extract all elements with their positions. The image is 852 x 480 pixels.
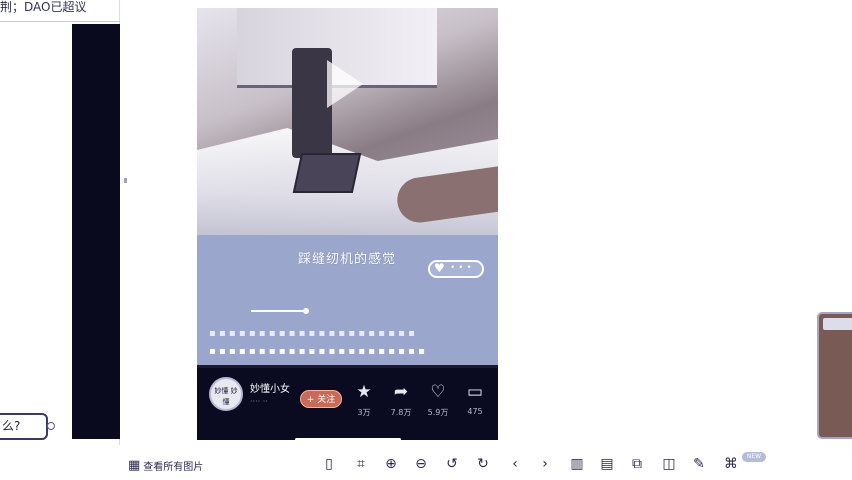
next-icon[interactable]: › — [536, 455, 554, 473]
background-page: 荆；DAO已超议 么? — [0, 0, 120, 445]
video-action-bar: 妙懂 妙懂 妙懂小女 ···· ·· + 关注 ★ 3万 ➦ 7.8万 ♡ 5.… — [197, 368, 498, 440]
viewer-toolbar: ▦ 查看所有图片 ▯ ⌗ ⊕ ⊖ ↺ ↻ ‹ › ▥ ▤ ⧉ ◫ ✎ ⌘ NEW — [120, 447, 852, 480]
background-page-title: 荆；DAO已超议 — [0, 0, 87, 14]
rotate-left-icon[interactable]: ↺ — [443, 455, 461, 473]
follow-button[interactable]: + 关注 — [300, 390, 342, 408]
home-indicator — [295, 438, 401, 440]
compare-icon[interactable]: ◫ — [660, 455, 678, 473]
view-all-images-button[interactable]: ▦ 查看所有图片 — [128, 456, 203, 474]
like-pill-text: • • • — [450, 263, 472, 273]
presser-foot — [292, 153, 362, 193]
favorite-count: 3万 — [357, 408, 371, 417]
comment-count: 475 — [467, 407, 483, 416]
floating-widget-header — [823, 318, 852, 330]
heart-icon: ♡ — [430, 382, 446, 402]
heart-icon: ♥ — [434, 261, 445, 275]
view-all-images-label: 查看所有图片 — [143, 461, 204, 473]
zoom-out-icon[interactable]: ⊖ — [412, 455, 430, 473]
subtitle-line: ▪ ▪ ▪ ▪ ▪ ▪ ▪ ▪ ▪ ▪ ▪ ▪ ▪ ▪ ▪ ▪ ▪ ▪ ▪ ▪ … — [209, 346, 425, 357]
background-dark-panel — [72, 24, 120, 439]
rotate-right-icon[interactable]: ↻ — [474, 455, 492, 473]
translate-icon[interactable]: ⌘ — [722, 455, 740, 473]
share-button[interactable]: ➦ 7.8万 — [386, 382, 416, 418]
video-progress-bar[interactable] — [251, 310, 305, 312]
zoom-in-icon[interactable]: ⊕ — [382, 455, 400, 473]
copy-icon[interactable]: ⧉ — [628, 455, 646, 473]
grid-icon: ▦ — [128, 457, 141, 473]
star-icon: ★ — [356, 382, 372, 402]
edit-icon[interactable]: ✎ — [690, 455, 708, 473]
crop-icon[interactable]: ⌗ — [352, 455, 370, 473]
comment-button[interactable]: ▭ 475 — [460, 382, 490, 416]
favorite-button[interactable]: ★ 3万 — [349, 382, 379, 418]
play-icon[interactable] — [327, 60, 363, 108]
new-badge: NEW — [742, 452, 766, 462]
question-bubble[interactable]: 么? — [0, 413, 48, 440]
author-name[interactable]: 妙懂小女 — [250, 380, 290, 395]
floating-widget[interactable] — [817, 312, 852, 439]
share-count: 7.8万 — [390, 408, 412, 417]
image-viewer[interactable]: 踩缝纫机的感觉 ♥ • • • ▪ ▪ ▪ ▪ ▪ ▪ ▪ ▪ ▪ ▪ ▪ ▪ … — [197, 8, 498, 440]
author-subtext: ···· ·· — [250, 397, 268, 406]
video-progress-knob[interactable] — [303, 308, 309, 314]
side-marker — [124, 178, 127, 183]
share-icon: ➦ — [393, 382, 409, 402]
avatar[interactable]: 妙懂 妙懂 — [209, 377, 243, 411]
needle-bar — [292, 48, 332, 158]
divider — [0, 21, 120, 22]
delete-icon[interactable]: ▥ — [568, 455, 586, 473]
like-button[interactable]: ♡ 5.9万 — [423, 382, 453, 418]
screen: 荆；DAO已超议 么? 踩缝纫机的感觉 ♥ • • • ▪ ▪ ▪ ▪ ▪ ▪ … — [0, 0, 852, 480]
subtitle-line: ▪ ▪ ▪ ▪ ▪ ▪ ▪ ▪ ▪ ▪ ▪ ▪ ▪ ▪ ▪ ▪ ▪ ▪ ▪ ▪ … — [209, 328, 415, 339]
like-count: 5.9万 — [427, 408, 449, 417]
comment-icon: ▭ — [466, 382, 484, 402]
print-icon[interactable]: ▤ — [598, 455, 616, 473]
video-frame[interactable] — [197, 8, 498, 235]
video-caption: 踩缝纫机的感觉 — [297, 252, 396, 267]
bubble-dot-icon — [47, 422, 55, 430]
like-pill[interactable]: ♥ • • • — [428, 260, 484, 278]
mouse-icon[interactable]: ▯ — [320, 455, 338, 473]
prev-icon[interactable]: ‹ — [506, 455, 524, 473]
